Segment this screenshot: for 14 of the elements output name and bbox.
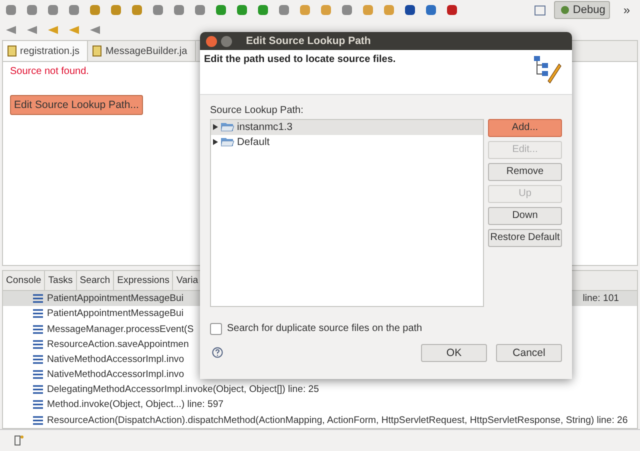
stack-frame-text: MessageManager.processEvent(S [47,324,194,335]
stack-frame-text: DelegatingMethodAccessorImpl.invoke(Object, Object[]) line: 25 [47,384,319,396]
list-label: Source Lookup Path: [210,104,304,116]
stack-frame-text: PatientAppointmentMessageBui [47,293,184,304]
dialog-title: Edit Source Lookup Path [246,35,371,48]
error-message: Source not found. [10,66,90,77]
stack-frame-text: NativeMethodAccessorImpl.invo [47,354,184,365]
stack-frame-text: PatientAppointmentMessageBui [47,308,184,320]
stack-frame-text: NativeMethodAccessorImpl.invo [47,369,184,380]
line-number-text: line: 101 [582,293,619,304]
stack-frame-text: ResourceAction(DispatchAction).dispatchMethod(ActionMapping, ActionForm, HttpServletRequest, HttpServletResponse, String) line: 26 [47,414,628,426]
dialog-heading: Edit the path used to locate source files. [204,54,396,66]
stack-frame-text: ResourceAction.saveAppointmen [47,338,189,350]
stack-frame-text: Method.invoke(Object, Object...) line: 597 [47,399,224,410]
